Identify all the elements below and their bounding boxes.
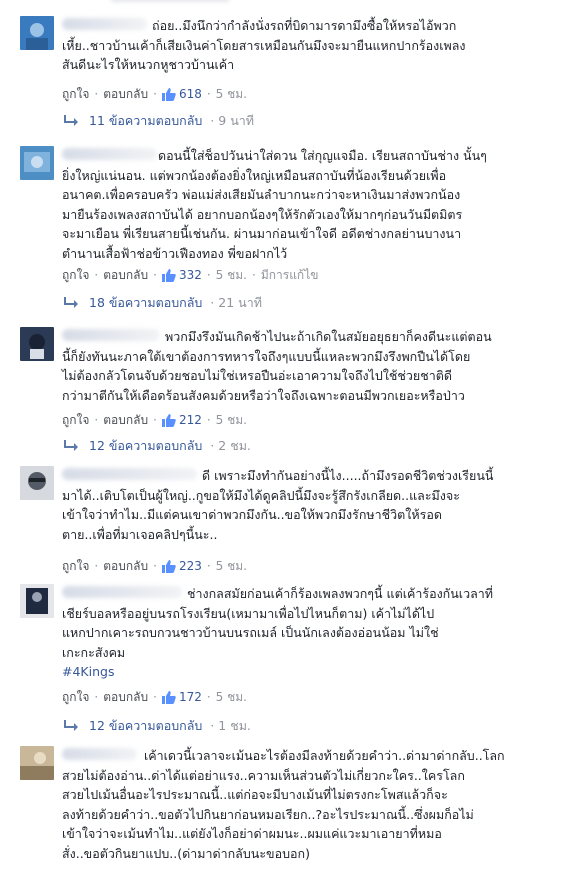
avatar[interactable] xyxy=(20,146,54,180)
avatar[interactable] xyxy=(20,16,54,50)
avatar[interactable] xyxy=(20,746,54,780)
view-replies[interactable]: 11 ข้อความตอบกลับ · 9 นาที xyxy=(64,112,254,130)
reply-link[interactable]: ตอบกลับ xyxy=(103,411,148,430)
like-link[interactable]: ถูกใจ xyxy=(62,688,89,707)
comment-actions: ถูกใจ · ตอบกลับ · 172 · 5 ชม. xyxy=(62,688,247,706)
comment-time[interactable]: 5 ชม. xyxy=(216,557,247,576)
comment-time[interactable]: 5 ชม. xyxy=(216,266,247,285)
reply-link[interactable]: ตอบกลับ xyxy=(103,266,148,285)
comment-text: เค้าเดวนี้เวลาจะเม้นอะไรต้องมีลงท้ายด้วย… xyxy=(62,748,505,861)
thumbs-up-icon xyxy=(161,413,176,427)
comment-actions: ถูกใจ · ตอบกลับ · 212 · 5 ชม. xyxy=(62,411,247,429)
comment-time[interactable]: 5 ชม. xyxy=(216,85,247,104)
view-replies[interactable]: 18 ข้อความตอบกลับ · 21 นาที xyxy=(64,294,262,312)
reply-link[interactable]: ตอบกลับ xyxy=(103,688,148,707)
like-link[interactable]: ถูกใจ xyxy=(62,266,89,285)
view-replies[interactable]: 12 ข้อความตอบกลับ · 1 ชม. xyxy=(64,717,251,735)
thumbs-up-icon xyxy=(161,87,176,101)
comment-text: พวกมึงรึงมันเกิดช้าไปนะถ้าเกิดในสมัยอยุธ… xyxy=(62,329,492,403)
avatar[interactable] xyxy=(20,466,54,500)
hashtag-link[interactable]: #4Kings xyxy=(62,662,552,682)
thumbs-up-icon xyxy=(161,690,176,704)
like-count[interactable]: 223 xyxy=(161,559,202,573)
like-count[interactable]: 212 xyxy=(161,413,202,427)
reply-arrow-icon xyxy=(64,440,78,451)
top-partial-row xyxy=(20,0,560,4)
like-count[interactable]: 332 xyxy=(161,268,202,282)
avatar[interactable] xyxy=(20,327,54,361)
comment-text: ช่างกลสมัยก่อนเค้าก็ร้องเพลงพวกๆนี้ แต่เ… xyxy=(62,586,494,660)
comment-text: ถ่อย..มึงนึกว่ากำลังนั่งรถที่บิดามารดามึ… xyxy=(62,18,466,72)
top-partial-text-blur xyxy=(110,0,230,2)
comment-time[interactable]: 5 ชม. xyxy=(216,688,247,707)
comment-time[interactable]: 5 ชม. xyxy=(216,411,247,430)
reply-arrow-icon xyxy=(64,720,78,731)
like-link[interactable]: ถูกใจ xyxy=(62,557,89,576)
reply-link[interactable]: ตอบกลับ xyxy=(103,85,148,104)
reply-arrow-icon xyxy=(64,115,78,126)
like-link[interactable]: ถูกใจ xyxy=(62,411,89,430)
avatar[interactable] xyxy=(20,584,54,618)
like-count[interactable]: 618 xyxy=(161,87,202,101)
comment-text: ดอนนี้ใส่ช็อปวันน่าใส่ดวน ใส่กุญแจมือ. เ… xyxy=(62,148,487,261)
thumbs-up-icon xyxy=(161,268,176,282)
edited-label[interactable]: มีการแก้ไข xyxy=(261,266,319,285)
comment-actions: ถูกใจ · ตอบกลับ · 223 · 5 ชม. xyxy=(62,557,247,575)
reply-arrow-icon xyxy=(64,297,78,308)
reply-link[interactable]: ตอบกลับ xyxy=(103,557,148,576)
comment-text: ดี เพราะมึงทำกันอย่างนี้ไง.....ถ้ามึงรอด… xyxy=(62,468,494,542)
like-count[interactable]: 172 xyxy=(161,690,202,704)
comment-feed: ถ่อย..มึงนึกว่ากำลังนั่งรถที่บิดามารดามึ… xyxy=(0,0,566,875)
like-link[interactable]: ถูกใจ xyxy=(62,85,89,104)
comment-actions: ถูกใจ · ตอบกลับ · 618 · 5 ชม. xyxy=(62,85,247,103)
thumbs-up-icon xyxy=(161,559,176,573)
comment-actions: ถูกใจ · ตอบกลับ · 332 · 5 ชม. · มีการแก้… xyxy=(62,266,318,284)
view-replies[interactable]: 12 ข้อความตอบกลับ · 2 ชม. xyxy=(64,437,251,455)
